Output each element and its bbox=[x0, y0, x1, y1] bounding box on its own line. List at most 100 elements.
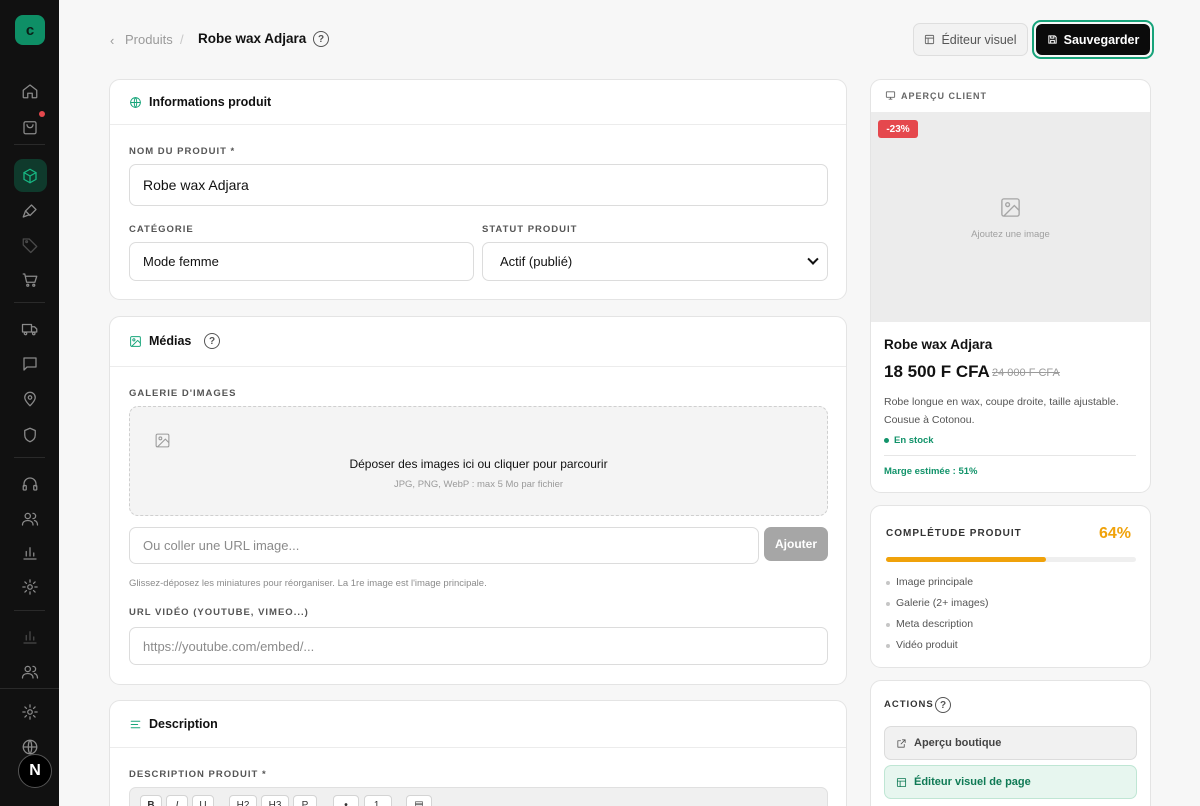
image-placeholder-text: Ajoutez une image bbox=[971, 229, 1050, 240]
dropzone-subtext: JPG, PNG, WebP : max 5 Mo par fichier bbox=[393, 479, 564, 490]
completeness-label: COMPLÉTUDE PRODUIT bbox=[886, 528, 1022, 539]
gallery-label: GALERIE D'IMAGES bbox=[129, 388, 237, 399]
users-icon[interactable] bbox=[19, 508, 41, 530]
page-editor-button[interactable]: Éditeur visuel de page bbox=[884, 765, 1137, 799]
completeness-percent: 64% bbox=[1099, 525, 1132, 542]
category-label: CATÉGORIE bbox=[129, 224, 194, 235]
category-input[interactable]: Mode femme bbox=[129, 242, 474, 281]
help-icon[interactable]: ? bbox=[313, 31, 329, 47]
boutique-preview-label: Aperçu boutique bbox=[914, 737, 1002, 749]
bold-button[interactable]: B bbox=[140, 795, 162, 806]
italic-button[interactable]: I bbox=[166, 795, 188, 806]
orders-bag-icon[interactable] bbox=[19, 116, 41, 138]
image-dropzone[interactable]: Déposer des images ici ou cliquer pour p… bbox=[129, 406, 828, 516]
reorder-hint: Glissez-déposez les miniatures pour réor… bbox=[129, 578, 487, 589]
estimated-margin: Marge estimée : 51% bbox=[884, 466, 978, 477]
product-name-label: NOM DU PRODUIT * bbox=[129, 146, 236, 157]
table-button[interactable]: ▤ bbox=[406, 795, 432, 806]
cart-icon[interactable] bbox=[19, 269, 41, 291]
preview-description: Robe longue en wax, coupe droite, taille… bbox=[884, 396, 1119, 426]
sidebar-divider bbox=[0, 688, 59, 689]
status-select[interactable]: Actif (publié) bbox=[482, 242, 828, 281]
settings-icon[interactable] bbox=[19, 701, 41, 723]
notification-dot bbox=[39, 111, 45, 117]
breadcrumb-parent-link[interactable]: Produits bbox=[125, 32, 173, 47]
add-image-url-button[interactable]: Ajouter bbox=[764, 527, 828, 561]
visual-editor-label: Éditeur visuel bbox=[941, 32, 1017, 47]
app-logo[interactable]: c bbox=[15, 15, 45, 45]
h2-button[interactable]: H2 bbox=[229, 795, 257, 806]
product-info-title: Informations produit bbox=[149, 95, 272, 109]
boutique-preview-button[interactable]: Aperçu boutique bbox=[884, 726, 1137, 760]
checklist-item: Meta description bbox=[886, 618, 973, 630]
image-icon bbox=[154, 432, 171, 449]
product-name-input[interactable]: Robe wax Adjara bbox=[129, 164, 828, 206]
align-left-icon bbox=[129, 718, 142, 731]
card-header bbox=[110, 701, 846, 748]
globe-icon bbox=[129, 96, 142, 109]
user-avatar[interactable]: N bbox=[18, 754, 52, 788]
breadcrumb-separator: / bbox=[180, 32, 184, 47]
completeness-progress-bar bbox=[886, 557, 1136, 562]
brush-icon[interactable] bbox=[19, 200, 41, 222]
save-button[interactable]: Sauvegarder bbox=[1036, 24, 1150, 55]
video-url-label: URL VIDÉO (YOUTUBE, VIMEO...) bbox=[129, 607, 309, 618]
video-url-input[interactable]: https://youtube.com/embed/... bbox=[129, 627, 828, 665]
layout-icon bbox=[925, 34, 935, 45]
paragraph-button[interactable]: P bbox=[293, 795, 317, 806]
h3-button[interactable]: H3 bbox=[261, 795, 289, 806]
preview-product-name: Robe wax Adjara bbox=[884, 337, 993, 352]
description-title: Description bbox=[149, 717, 218, 731]
visual-editor-button[interactable]: Éditeur visuel bbox=[913, 23, 1028, 56]
box-icon[interactable] bbox=[19, 165, 41, 187]
stock-status-dot bbox=[884, 438, 889, 443]
shield-icon[interactable] bbox=[19, 424, 41, 446]
sidebar-divider bbox=[14, 457, 45, 458]
save-icon bbox=[1047, 35, 1057, 44]
layout-icon bbox=[896, 777, 907, 787]
headset-icon[interactable] bbox=[19, 473, 41, 495]
image-icon bbox=[129, 335, 142, 348]
chevron-left-icon[interactable]: ‹ bbox=[110, 33, 120, 48]
home-icon[interactable] bbox=[19, 80, 41, 102]
analytics-icon[interactable] bbox=[19, 626, 41, 648]
message-icon[interactable] bbox=[19, 353, 41, 375]
completeness-progress-fill bbox=[886, 557, 1046, 562]
underline-button[interactable]: U bbox=[192, 795, 214, 806]
bullet-list-button[interactable]: • bbox=[333, 795, 359, 806]
divider bbox=[884, 455, 1136, 456]
help-icon[interactable]: ? bbox=[935, 697, 951, 713]
description-label: DESCRIPTION PRODUIT * bbox=[129, 769, 267, 780]
dropzone-text: Déposer des images ici ou cliquer pour p… bbox=[349, 457, 608, 471]
sidebar-divider bbox=[14, 610, 45, 611]
page-title: Robe wax Adjara bbox=[198, 31, 307, 46]
image-url-input[interactable]: Ou coller une URL image... bbox=[129, 527, 759, 564]
actions-label: ACTIONS bbox=[884, 699, 934, 710]
preview-price: 18 500 F CFA bbox=[884, 362, 990, 381]
image-icon bbox=[999, 196, 1022, 219]
checklist-item: Galerie (2+ images) bbox=[886, 597, 989, 609]
preview-old-price: 24 000 F CFA bbox=[992, 367, 1060, 379]
chevron-down-icon bbox=[807, 253, 819, 265]
checklist-item: Image principale bbox=[886, 576, 973, 588]
preview-label: APERÇU CLIENT bbox=[901, 91, 988, 101]
settings-gear-icon[interactable] bbox=[19, 576, 41, 598]
monitor-icon bbox=[885, 91, 896, 100]
tag-icon[interactable] bbox=[19, 234, 41, 256]
team-icon[interactable] bbox=[19, 661, 41, 683]
help-icon[interactable]: ? bbox=[204, 333, 220, 349]
truck-icon[interactable] bbox=[19, 318, 41, 340]
sidebar: c N bbox=[0, 0, 59, 806]
save-label: Sauvegarder bbox=[1063, 32, 1140, 47]
status-select-value: Actif (publié) bbox=[500, 254, 573, 269]
rich-text-toolbar: B I U H2 H3 P • 1. ▤ bbox=[129, 787, 828, 806]
media-title: Médias bbox=[149, 334, 192, 348]
discount-badge: -23% bbox=[878, 120, 918, 138]
bar-chart-icon[interactable] bbox=[19, 542, 41, 564]
status-label: STATUT PRODUIT bbox=[482, 224, 578, 235]
location-icon[interactable] bbox=[19, 388, 41, 410]
card-header bbox=[110, 317, 846, 367]
page-editor-label: Éditeur visuel de page bbox=[914, 776, 1031, 788]
stock-status: En stock bbox=[894, 435, 934, 446]
numbered-list-button[interactable]: 1. bbox=[364, 795, 392, 806]
